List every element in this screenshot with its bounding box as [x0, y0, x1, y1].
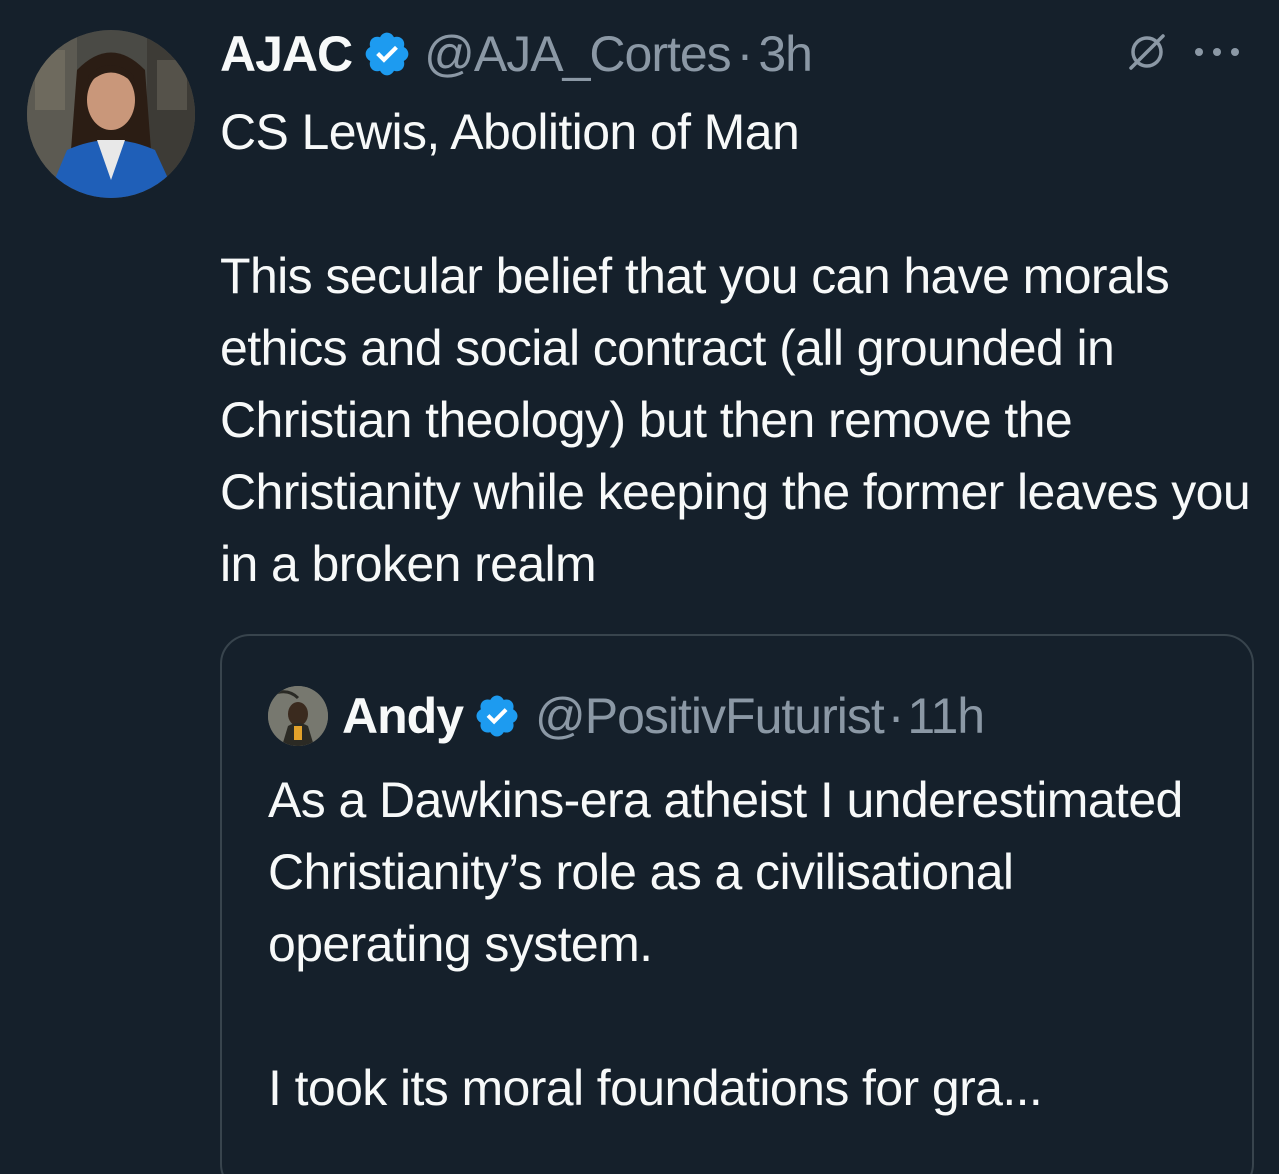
quoted-tweet[interactable]: Andy @PositivFuturist · 11h As a Dawkins… — [220, 634, 1254, 1174]
author-handle[interactable]: @AJA_Cortes — [424, 25, 732, 83]
tweet-timestamp[interactable]: 3h — [758, 25, 813, 83]
quoted-tweet-text: As a Dawkins-era atheist I underestimate… — [268, 764, 1228, 1124]
verified-badge-icon — [362, 29, 412, 79]
quoted-author-avatar — [268, 686, 328, 746]
quoted-author-handle: @PositivFuturist — [535, 688, 885, 744]
quoted-text-line: As a Dawkins-era atheist I underestimate… — [268, 772, 1183, 972]
separator-dot: · — [736, 26, 754, 82]
tweet-text: CS Lewis, Abolition of Man This secular … — [220, 96, 1265, 600]
separator-dot: · — [887, 688, 905, 744]
tweet-text-line: This secular belief that you can have mo… — [220, 248, 1251, 592]
author-avatar[interactable] — [27, 30, 195, 198]
tweet[interactable]: AJAC @AJA_Cortes · 3h CS Lewis, Abolitio… — [0, 0, 1279, 1174]
grok-icon[interactable] — [1125, 30, 1169, 74]
author-name[interactable]: AJAC — [220, 25, 353, 83]
quoted-text-line: I took its moral foundations for gra... — [268, 1060, 1043, 1116]
quoted-tweet-header: Andy @PositivFuturist · 11h — [268, 686, 985, 746]
more-icon[interactable] — [1189, 30, 1245, 74]
tweet-header: AJAC @AJA_Cortes · 3h — [220, 22, 813, 86]
tweet-text-line: CS Lewis, Abolition of Man — [220, 104, 800, 160]
verified-badge-icon — [473, 692, 521, 740]
tweet-actions — [1125, 30, 1245, 74]
quoted-tweet-timestamp: 11h — [907, 688, 985, 744]
quoted-author-name: Andy — [342, 688, 464, 744]
